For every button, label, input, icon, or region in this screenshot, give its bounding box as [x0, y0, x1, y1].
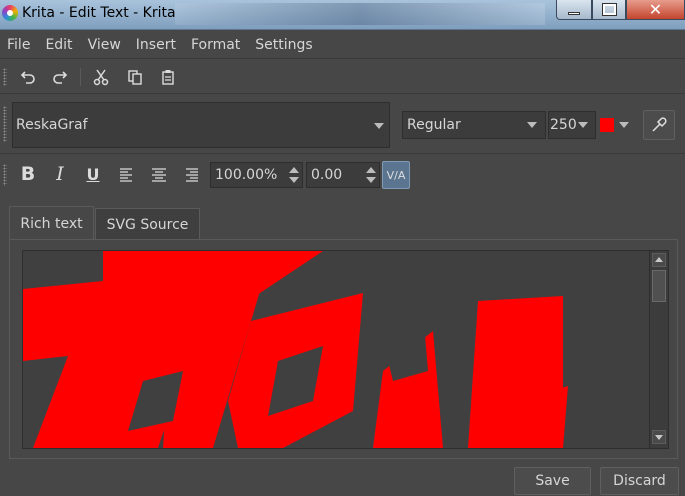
font-style-combo[interactable]: Regular [402, 111, 546, 139]
tab-svg-source[interactable]: SVG Source [95, 208, 200, 240]
menu-file[interactable]: File [7, 37, 30, 53]
line-height-value: 100.00% [215, 167, 278, 183]
font-toolbar: ReskaGraf Regular 250 [0, 96, 685, 154]
menu-edit[interactable]: Edit [45, 37, 72, 53]
font-size-value: 250 [550, 117, 577, 133]
bold-button[interactable]: B [17, 163, 39, 185]
tab-rich-text-label: Rich text [20, 215, 83, 232]
menu-view[interactable]: View [88, 37, 121, 53]
close-icon: ✕ [648, 0, 663, 19]
minimize-button[interactable] [556, 0, 592, 20]
tab-svg-source-label: SVG Source [106, 216, 189, 233]
save-button[interactable]: Save [514, 467, 591, 495]
font-family-value: ReskaGraf [16, 117, 88, 133]
toolbar-grip[interactable] [3, 164, 7, 186]
close-button[interactable]: ✕ [626, 0, 685, 20]
copy-button[interactable] [124, 66, 146, 88]
chevron-down-icon [527, 122, 537, 128]
undo-button[interactable] [17, 66, 39, 88]
align-left-icon [120, 168, 132, 182]
paste-button[interactable] [157, 66, 179, 88]
align-center-button[interactable] [148, 163, 170, 185]
color-picker-button[interactable] [643, 110, 675, 140]
editor-scrollbar[interactable] [649, 251, 668, 448]
menu-settings[interactable]: Settings [255, 37, 312, 53]
scroll-down-icon[interactable] [652, 430, 666, 444]
kerning-toggle-button[interactable]: V/A [382, 161, 410, 189]
toolbar-grip[interactable] [3, 68, 7, 86]
window-title: Krita - Edit Text - Krita [22, 5, 176, 21]
undo-icon [20, 71, 35, 84]
title-bar: Krita - Edit Text - Krita ✕ [0, 0, 685, 30]
copy-icon [128, 70, 142, 85]
align-center-icon [152, 168, 166, 182]
line-height-spinbox[interactable]: 100.00% [210, 162, 303, 188]
cut-icon [93, 69, 109, 86]
menu-insert[interactable]: Insert [136, 37, 176, 53]
menu-bar: File Edit View Insert Format Settings [0, 31, 685, 59]
krita-app-icon [2, 5, 18, 21]
minimize-icon [568, 12, 580, 15]
title-bar-background [175, 3, 545, 25]
font-style-value: Regular [407, 117, 461, 133]
scrollbar-thumb[interactable] [652, 270, 666, 302]
toolbar-grip[interactable] [3, 106, 7, 142]
maximize-icon [601, 3, 617, 16]
font-size-combo[interactable]: 250 [548, 111, 596, 139]
italic-button[interactable]: I [49, 163, 71, 185]
edit-toolbar [0, 60, 685, 94]
spin-up-icon[interactable] [289, 167, 299, 173]
tab-rich-text[interactable]: Rich text [9, 206, 94, 240]
chevron-down-icon [578, 122, 588, 128]
align-right-icon [186, 168, 198, 182]
align-left-button[interactable] [115, 163, 137, 185]
letter-spacing-spinbox[interactable]: 0.00 [306, 162, 380, 188]
spin-down-icon[interactable] [289, 177, 299, 183]
redo-button[interactable] [49, 66, 71, 88]
redo-icon [53, 71, 68, 84]
cut-button[interactable] [90, 66, 112, 88]
underline-button[interactable]: U [82, 163, 104, 185]
toolbar-separator [80, 68, 81, 86]
rich-text-panel [9, 239, 678, 459]
rich-text-editor[interactable] [22, 250, 669, 449]
spin-down-icon[interactable] [366, 177, 376, 183]
text-preview [23, 251, 568, 448]
font-family-combo[interactable]: ReskaGraf [12, 102, 390, 148]
maximize-button[interactable] [592, 0, 626, 20]
chevron-down-icon [374, 123, 384, 129]
format-toolbar: B I U 100.00% 0.00 V/A [0, 156, 685, 194]
font-color-swatch[interactable] [600, 118, 614, 132]
color-dropdown-chevron-icon[interactable] [619, 122, 629, 128]
scroll-up-icon[interactable] [652, 253, 666, 267]
paste-icon [162, 70, 174, 85]
letter-spacing-value: 0.00 [311, 167, 343, 183]
spin-up-icon[interactable] [366, 167, 376, 173]
menu-format[interactable]: Format [191, 37, 240, 53]
align-right-button[interactable] [181, 163, 203, 185]
discard-button[interactable]: Discard [600, 467, 679, 495]
eyedropper-icon [652, 117, 667, 132]
